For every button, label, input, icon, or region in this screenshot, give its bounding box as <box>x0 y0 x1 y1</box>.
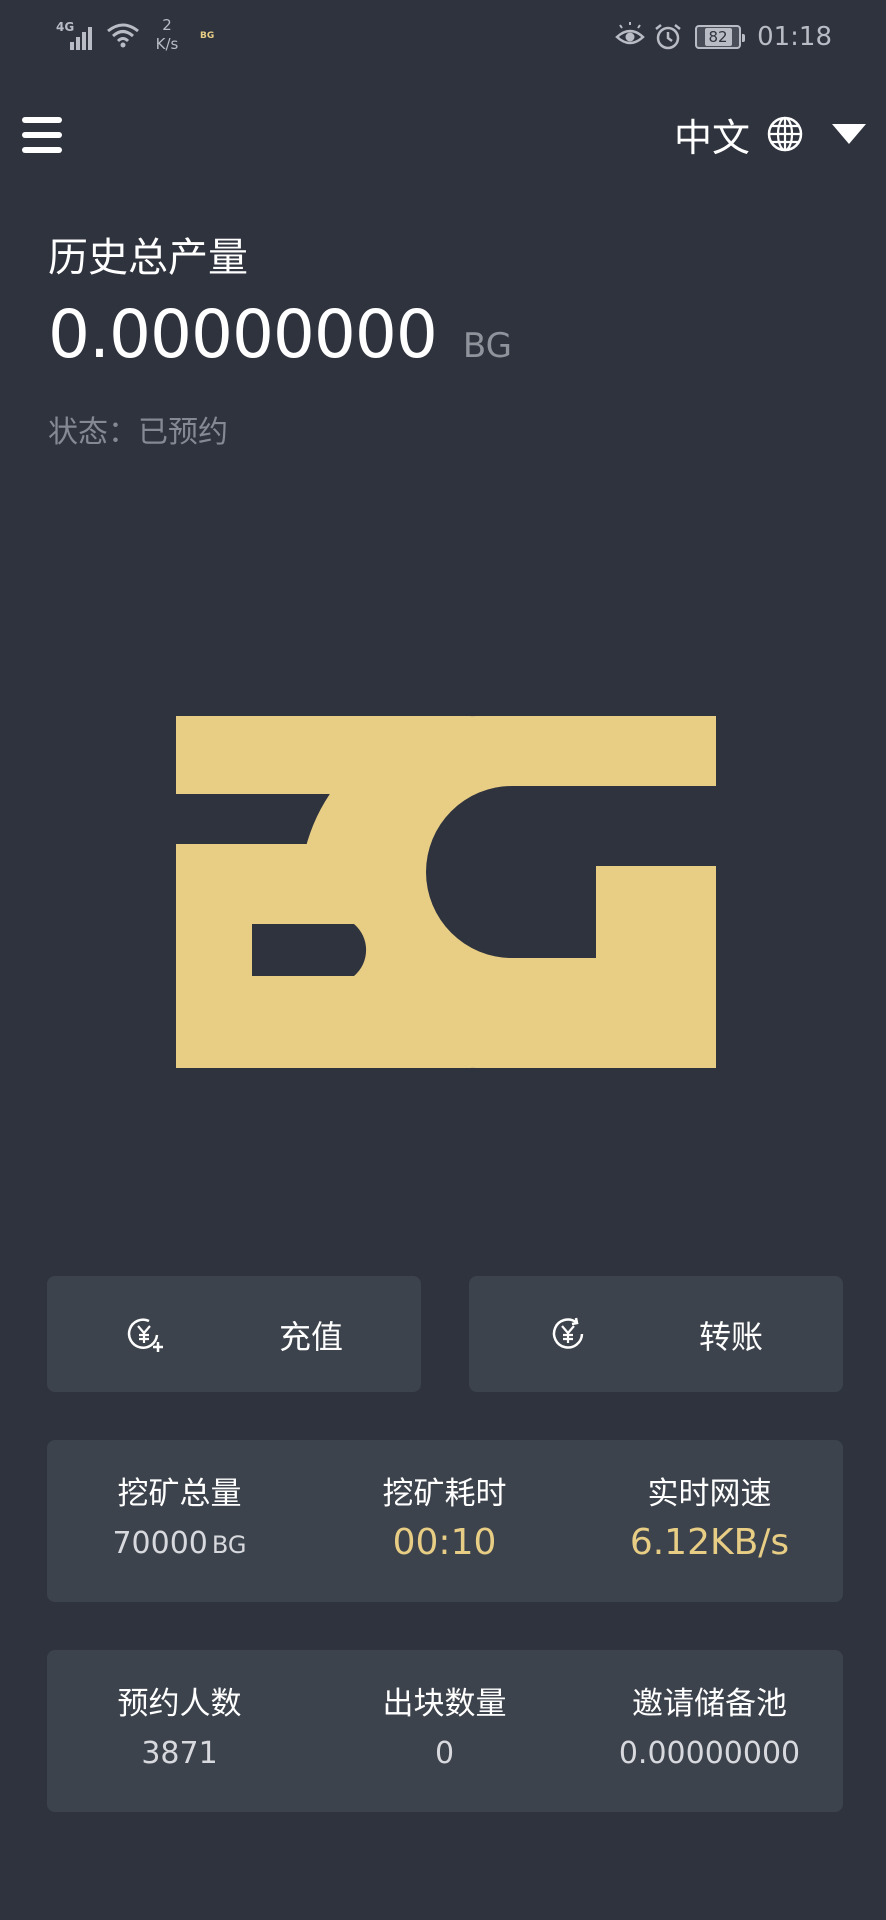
speed-value: 2 <box>162 16 172 34</box>
network-speed: 2 K/s <box>150 16 184 54</box>
wifi-icon <box>106 22 140 52</box>
language-label: 中文 <box>673 115 750 160</box>
stat-reservations: 预约人数 3871 <box>47 1650 312 1812</box>
battery-level: 82 <box>704 28 732 46</box>
stat-value: 70000 BG <box>112 1526 247 1561</box>
globe-icon <box>767 116 803 152</box>
speed-unit: K/s <box>155 35 179 53</box>
transfer-button[interactable]: 转账 <box>469 1276 843 1392</box>
history-total-number: 0.00000000 <box>48 296 438 373</box>
recharge-label: 充值 <box>279 1318 344 1356</box>
history-total-title: 历史总产量 <box>48 235 248 281</box>
stat-label: 预约人数 <box>117 1686 242 1722</box>
stat-label: 挖矿总量 <box>117 1476 242 1512</box>
pool-stats-card: 预约人数 3871 出块数量 0 邀请储备池 0.00000000 <box>47 1650 843 1812</box>
stat-value: 00:10 <box>392 1522 497 1563</box>
yen-transfer-icon <box>552 1317 584 1349</box>
stat-blocks: 出块数量 0 <box>312 1650 577 1812</box>
stat-label: 出块数量 <box>382 1686 507 1722</box>
alarm-icon <box>655 24 681 50</box>
stat-value: 0 <box>434 1736 455 1771</box>
stat-label: 实时网速 <box>647 1476 772 1512</box>
bg-logo <box>176 716 716 1068</box>
network-type: 4G <box>56 20 75 34</box>
stat-total-mining: 挖矿总量 70000 BG <box>47 1440 312 1602</box>
recharge-button[interactable]: 充值 <box>47 1276 421 1392</box>
stat-value: 6.12KB/s <box>629 1522 790 1563</box>
mining-stats-card: 挖矿总量 70000 BG 挖矿耗时 00:10 实时网速 6.12KB/s <box>47 1440 843 1602</box>
menu-icon <box>22 117 62 123</box>
stat-value: 0.00000000 <box>618 1736 801 1771</box>
reservation-status: 状态：已预约 <box>48 415 228 450</box>
battery-icon: 82 <box>695 25 746 49</box>
stat-label: 邀请储备池 <box>632 1686 787 1722</box>
status-bar: 4G 2 K/s BG 82 01:18 <box>0 0 886 76</box>
chevron-down-icon <box>832 124 866 144</box>
menu-button[interactable] <box>22 117 62 153</box>
language-selector[interactable]: 中文 <box>674 108 866 160</box>
cellular-signal-icon: 4G <box>56 20 100 50</box>
yen-plus-icon <box>127 1318 163 1352</box>
stat-value: 3871 <box>141 1736 218 1771</box>
stat-mining-time: 挖矿耗时 00:10 <box>312 1440 577 1602</box>
clock: 01:18 <box>757 22 832 52</box>
history-total-unit: BG <box>462 326 512 366</box>
stat-label: 挖矿耗时 <box>382 1476 507 1512</box>
stat-net-speed: 实时网速 6.12KB/s <box>577 1440 842 1602</box>
history-total-value: 0.00000000 BG <box>48 296 512 373</box>
eye-comfort-icon <box>615 22 645 45</box>
stat-invite-pool: 邀请储备池 0.00000000 <box>577 1650 842 1812</box>
transfer-label: 转账 <box>699 1318 764 1356</box>
app-notification-icon: BG <box>200 31 215 41</box>
